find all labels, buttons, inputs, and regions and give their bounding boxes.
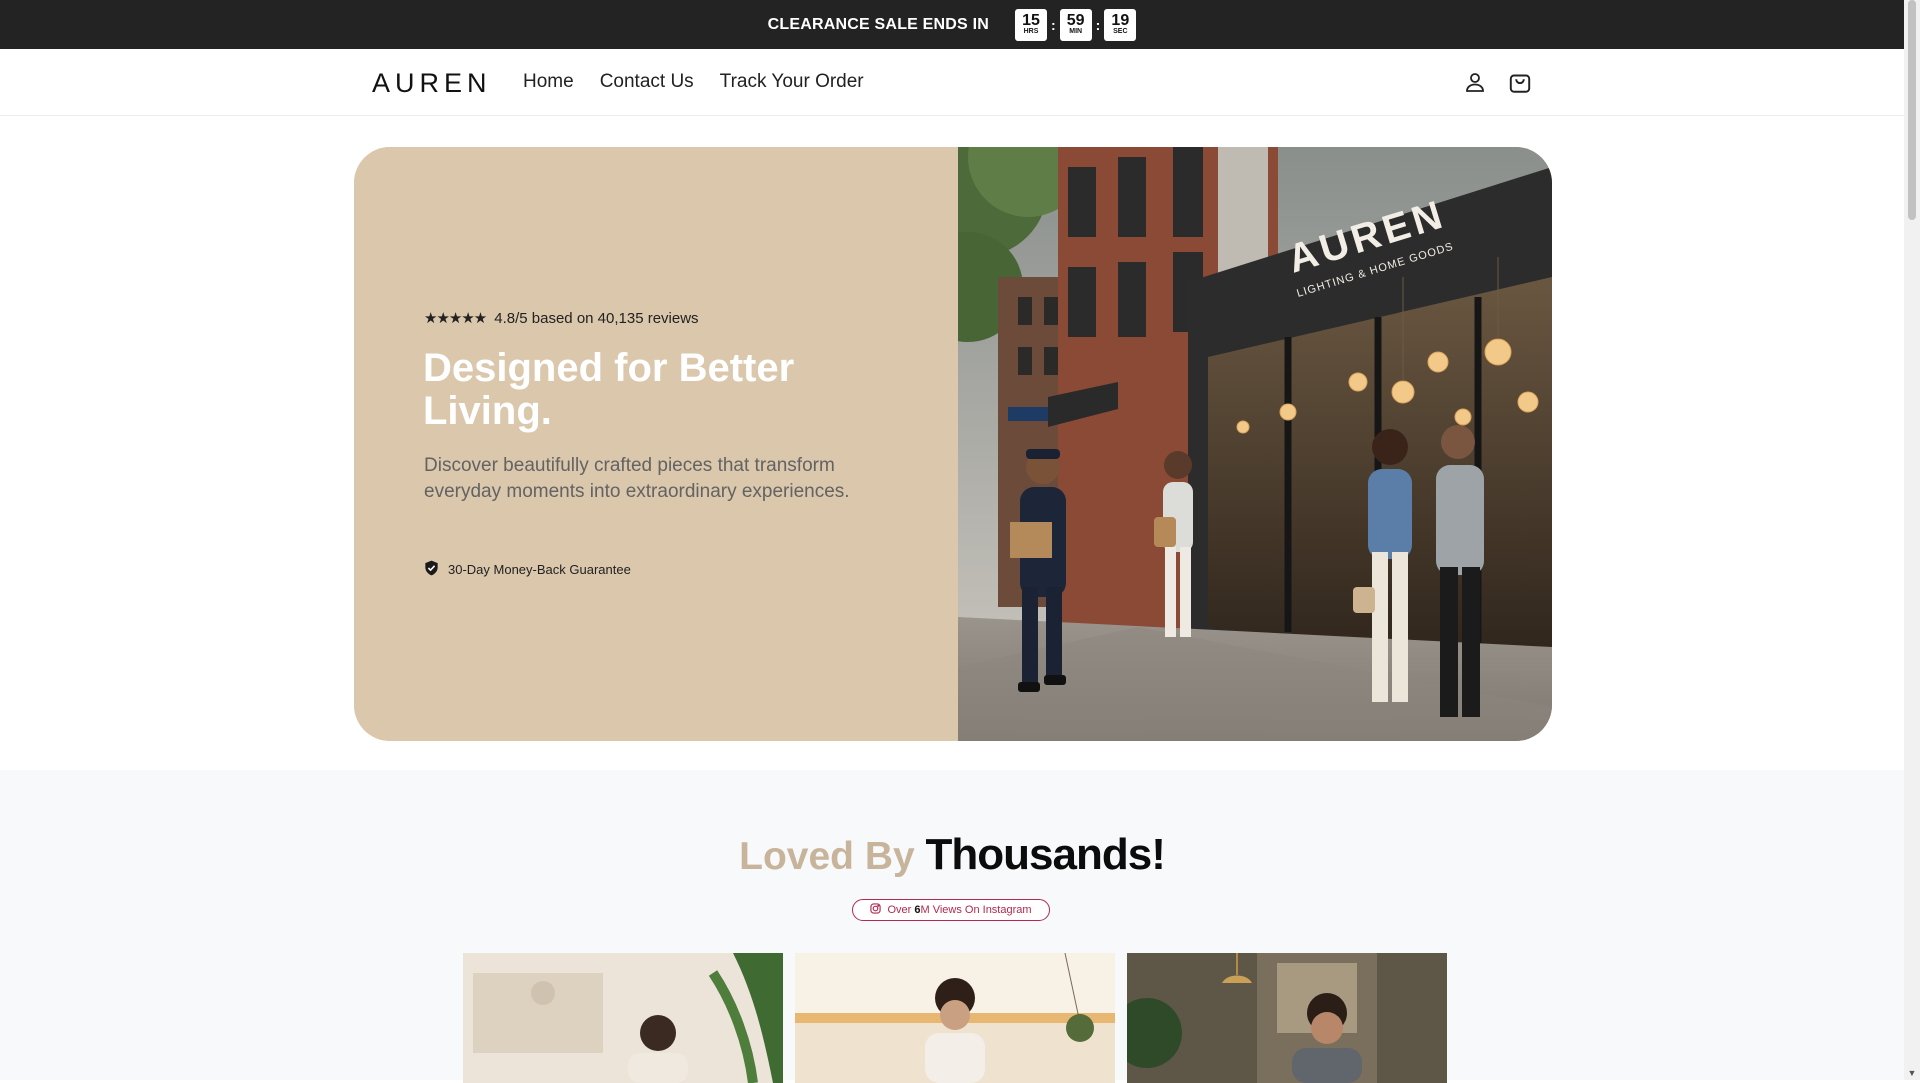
ugc-photo[interactable] xyxy=(463,953,783,1083)
main-nav: Home Contact Us Track Your Order xyxy=(523,49,864,115)
star-rating-icon: ★★★★★ xyxy=(424,310,487,327)
timer-seconds-value: 19 xyxy=(1111,12,1130,29)
hero-description: Discover beautifully crafted pieces that… xyxy=(424,455,850,502)
timer-separator: : xyxy=(1050,16,1056,33)
instagram-icon xyxy=(870,903,882,917)
timer-minutes: 59 MIN xyxy=(1059,8,1092,41)
timer-minutes-value: 59 xyxy=(1066,12,1085,29)
page-scrollbar[interactable]: ▼ xyxy=(1904,0,1920,1080)
site-logo[interactable]: AUREN xyxy=(372,68,492,99)
ugc-photo-row xyxy=(463,953,1447,1083)
cart-icon[interactable] xyxy=(1505,67,1535,97)
hero-title: Designed for Better Living. xyxy=(423,346,795,433)
timer-minutes-label: MIN xyxy=(1069,28,1083,35)
timer-seconds-label: SEC xyxy=(1113,28,1128,35)
ugc-photo[interactable] xyxy=(795,953,1115,1083)
timer-separator: : xyxy=(1095,16,1101,33)
timer-hours: 15 HRS xyxy=(1014,8,1047,41)
guarantee-text: 30-Day Money-Back Guarantee xyxy=(448,562,631,577)
testimonials-section: Loved By Thousands! Over 6M Views On Ins… xyxy=(0,770,1904,1083)
countdown-timer: 15 HRS : 59 MIN : 19 SEC xyxy=(1014,8,1137,41)
nav-home[interactable]: Home xyxy=(523,71,574,93)
announcement-text: CLEARANCE SALE ENDS IN xyxy=(767,15,989,33)
shield-check-icon xyxy=(424,560,439,579)
section-title: Loved By Thousands! xyxy=(0,830,1904,880)
site-header: AUREN Home Contact Us Track Your Order xyxy=(0,49,1904,116)
instagram-views-text: Over 6M Views On Instagram xyxy=(887,904,1032,916)
account-icon[interactable] xyxy=(1460,67,1490,97)
rating-text: 4.8/5 based on 40,135 reviews xyxy=(494,309,699,327)
nav-track-order[interactable]: Track Your Order xyxy=(720,71,864,93)
timer-seconds: 19 SEC xyxy=(1104,8,1137,41)
hero-storefront-image: AUREN LIGHTING & HOME GOODS xyxy=(958,147,1552,741)
announcement-bar: CLEARANCE SALE ENDS IN 15 HRS : 59 MIN :… xyxy=(0,0,1904,49)
rating-row: ★★★★★ 4.8/5 based on 40,135 reviews xyxy=(424,309,699,328)
hero-text-panel: ★★★★★ 4.8/5 based on 40,135 reviews Desi… xyxy=(354,147,958,741)
section-title-part1: Loved By xyxy=(739,835,926,878)
timer-hours-value: 15 xyxy=(1022,12,1040,29)
timer-hours-label: HRS xyxy=(1023,28,1039,35)
ugc-photo[interactable] xyxy=(1127,953,1447,1083)
instagram-views-badge[interactable]: Over 6M Views On Instagram xyxy=(852,899,1050,921)
nav-contact-us[interactable]: Contact Us xyxy=(600,71,694,93)
section-title-part2: Thousands! xyxy=(925,830,1166,879)
guarantee-badge: 30-Day Money-Back Guarantee xyxy=(424,560,631,579)
scroll-down-arrow-icon[interactable]: ▼ xyxy=(1907,1068,1917,1078)
hero-banner: ★★★★★ 4.8/5 based on 40,135 reviews Desi… xyxy=(354,147,1552,741)
scrollbar-thumb[interactable] xyxy=(1908,0,1916,220)
